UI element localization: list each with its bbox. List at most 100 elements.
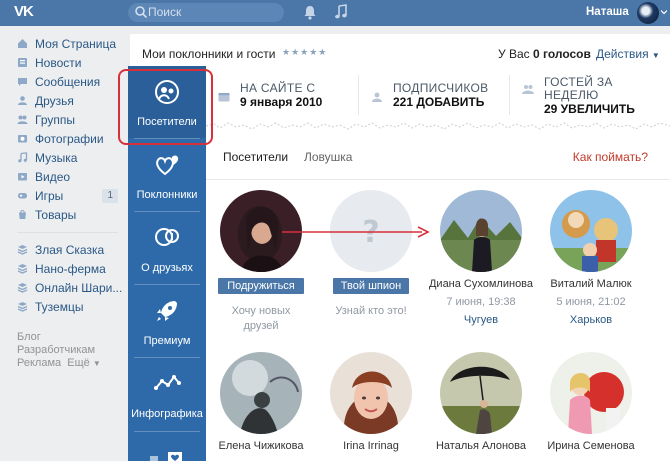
photos-icon — [18, 135, 27, 143]
nav-item-label: Друзья — [35, 93, 74, 108]
nav-item-label: Онлайн Шари... — [35, 280, 123, 295]
stat-on-site-since: НА САЙТЕ С 9 января 2010 — [206, 71, 358, 119]
tile-about-friends[interactable]: О друзьях — [128, 212, 206, 284]
visitor-name[interactable]: Ирина Семенова — [536, 440, 646, 452]
actions-menu[interactable]: Действия ▼ — [596, 47, 660, 61]
fans-icon — [156, 155, 179, 176]
visitor-name[interactable]: Виталий Малюк — [536, 278, 646, 290]
chevron-down-icon[interactable]: ▼ — [93, 359, 101, 368]
footer-link-developers[interactable]: Разработчикам — [17, 344, 101, 357]
active-tile-highlight — [118, 69, 213, 145]
nav-item-video[interactable]: Видео — [0, 167, 128, 186]
stat-subscribers[interactable]: ПОДПИСЧИКОВ 221 ДОБАВИТЬ — [359, 71, 509, 119]
footer-links: Блог Разработчикам Реклама Ещё ▼ — [17, 331, 101, 370]
visitor-card[interactable]: Виталий Малюк 5 июня, 21:02 Харьков — [536, 182, 646, 332]
visitor-name[interactable]: Елена Чижикова — [206, 440, 316, 452]
nav-app-zlaya-skazka[interactable]: Злая Сказка — [0, 240, 128, 259]
stat-value: 221 ДОБАВИТЬ — [393, 95, 485, 109]
visitor-date: 7 июня, 19:38 — [446, 296, 516, 308]
actions-label: Действия — [596, 47, 649, 61]
avatar[interactable] — [220, 352, 302, 434]
stat-title: ПОДПИСЧИКОВ — [393, 81, 489, 95]
music-icon — [18, 152, 28, 163]
tile-label: О друзьях — [141, 262, 193, 274]
visitor-name[interactable]: Диана Сухомлинова — [426, 278, 536, 290]
tile-premium[interactable]: Премиум — [128, 285, 206, 357]
app-icon — [17, 264, 28, 274]
bell-icon[interactable] — [303, 5, 317, 20]
nav-item-label: Новости — [35, 55, 82, 70]
nav-item-groups[interactable]: Группы — [0, 110, 128, 129]
tile-divider — [134, 431, 200, 432]
vk-logo[interactable]: VK — [14, 3, 44, 23]
tab-trap[interactable]: Ловушка — [304, 150, 352, 164]
nav-item-photos[interactable]: Фотографии — [0, 129, 128, 148]
nav-item-label: Игры — [35, 188, 64, 203]
footer-link-reklama[interactable]: Реклама — [17, 357, 61, 369]
card-your-spy[interactable]: ? Твой шпион Узнай кто это! — [316, 182, 426, 332]
tile-label: Поклонники — [136, 189, 198, 201]
app-icon — [17, 283, 28, 293]
nav-app-nano-ferma[interactable]: Нано-ферма — [0, 259, 128, 278]
visitor-city[interactable]: Чугуев — [426, 314, 536, 326]
nav-item-friends[interactable]: Друзья — [0, 91, 128, 110]
nav-app-online-shariki[interactable]: Онлайн Шари... — [0, 278, 128, 297]
nav-item-goods[interactable]: Товары — [0, 205, 128, 224]
home-icon — [18, 39, 27, 48]
about-friends-icon — [155, 228, 179, 246]
card-hint: Хочу новых друзей — [231, 305, 291, 332]
chevron-down-icon[interactable] — [661, 9, 667, 15]
visitor-name[interactable]: Irina Irrinag — [316, 440, 426, 452]
avatar[interactable] — [550, 190, 632, 272]
visitor-name[interactable]: Наталья Алонова — [426, 440, 536, 452]
messages-icon — [18, 78, 27, 86]
footer-link-blog[interactable]: Блог — [17, 331, 101, 344]
how-to-catch-link[interactable]: Как поймать? — [573, 150, 648, 164]
visitor-city[interactable]: Харьков — [536, 314, 646, 326]
stats-bar: НА САЙТЕ С 9 января 2010 ПОДПИСЧИКОВ 221… — [206, 71, 670, 119]
page-title: Мои поклонники и гости — [142, 47, 276, 61]
friends-icon — [18, 96, 27, 105]
visitor-card[interactable]: Наталья Алонова — [426, 340, 536, 461]
votes-info: У Вас 0 голосов — [498, 47, 591, 61]
nav-item-games[interactable]: Игры 1 — [0, 186, 128, 205]
more-tiles-icon[interactable] — [150, 452, 184, 461]
tile-infographics[interactable]: Инфографика — [128, 358, 206, 430]
nav-item-news[interactable]: Новости — [0, 53, 128, 72]
visitor-card[interactable]: Irina Irrinag — [316, 340, 426, 461]
nav-item-label: Злая Сказка — [35, 242, 105, 257]
nav-item-my-page[interactable]: Моя Страница — [0, 34, 128, 53]
left-nav: Моя Страница Новости Сообщения Друзья Гр… — [0, 34, 128, 316]
user-avatar[interactable] — [637, 2, 659, 24]
visitor-card[interactable]: Диана Сухомлинова 7 июня, 19:38 Чугуев — [426, 182, 536, 332]
guests-icon — [522, 85, 534, 94]
nav-item-label: Сообщения — [35, 74, 101, 89]
nav-app-tuzemcy[interactable]: Туземцы — [0, 297, 128, 316]
card-hint: Узнай кто это! — [335, 305, 407, 317]
groups-icon — [17, 115, 28, 124]
footer-link-more[interactable]: Ещё — [67, 357, 90, 369]
your-spy-button[interactable]: Твой шпион — [333, 278, 409, 294]
visitor-card[interactable]: Ирина Семенова — [536, 340, 646, 461]
tab-visitors[interactable]: Посетители — [223, 150, 288, 164]
avatar[interactable] — [440, 352, 522, 434]
avatar[interactable] — [550, 352, 632, 434]
stat-value: 29 УВЕЛИЧИТЬ — [544, 102, 635, 116]
tile-fans[interactable]: Поклонники — [128, 139, 206, 211]
votes-count: 0 голосов — [532, 47, 591, 61]
avatar[interactable] — [440, 190, 522, 272]
make-friends-button[interactable]: Подружиться — [218, 278, 304, 294]
search-box[interactable]: Поиск — [128, 3, 284, 22]
card-make-friends[interactable]: Подружиться Хочу новых друзей — [206, 182, 316, 332]
news-icon — [18, 58, 27, 67]
nav-item-label: Видео — [35, 169, 71, 184]
user-name[interactable]: Наташа — [586, 6, 629, 18]
nav-divider — [17, 232, 118, 233]
music-icon[interactable] — [334, 4, 348, 20]
stat-weekly-guests[interactable]: ГОСТЕЙ ЗА НЕДЕЛЮ 29 УВЕЛИЧИТЬ — [510, 71, 670, 119]
nav-item-messages[interactable]: Сообщения — [0, 72, 128, 91]
avatar[interactable] — [330, 352, 412, 434]
visitor-card[interactable]: Елена Чижикова — [206, 340, 316, 461]
tabs: Посетители Ловушка Как поймать? — [206, 134, 670, 180]
nav-item-music[interactable]: Музыка — [0, 148, 128, 167]
